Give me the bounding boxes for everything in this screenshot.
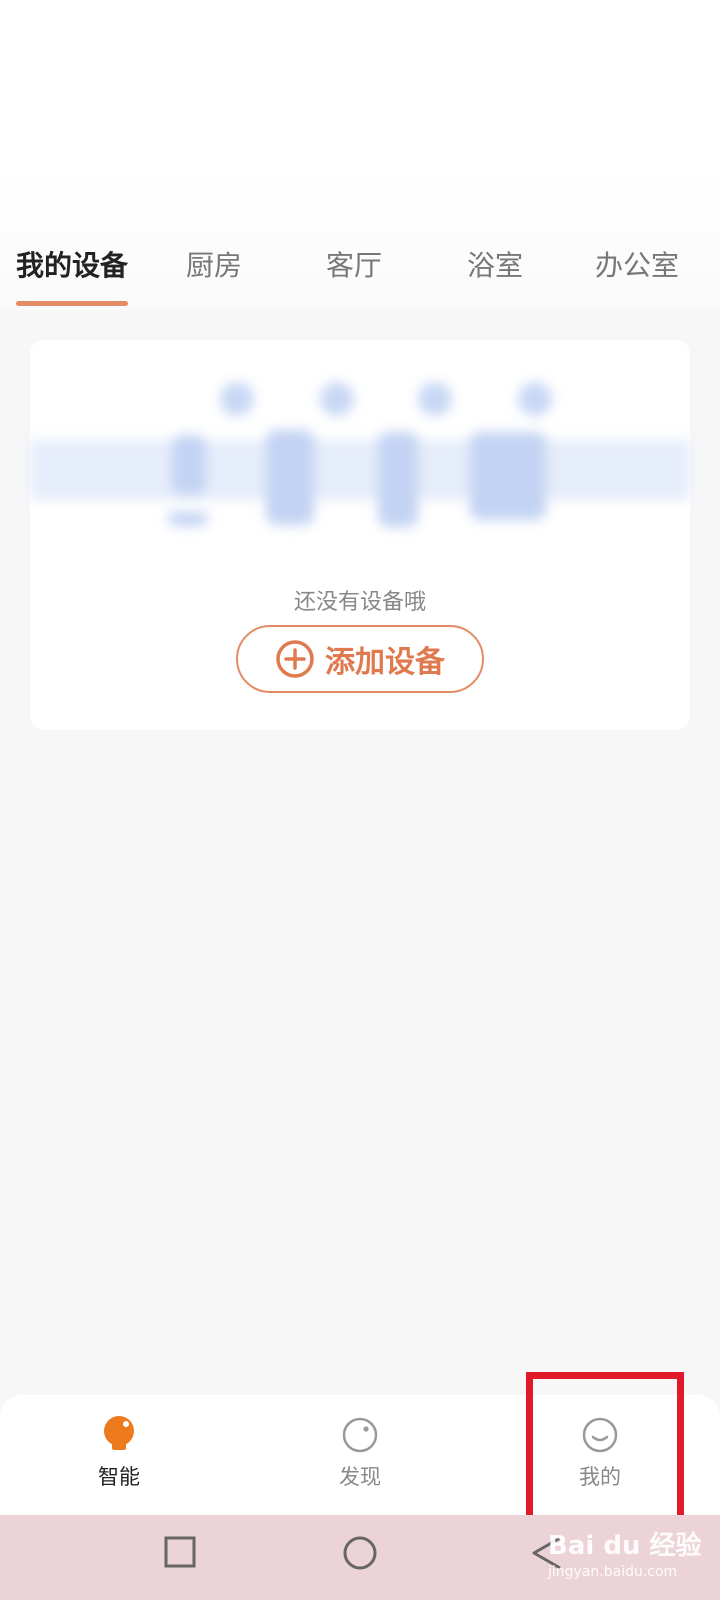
tab-living-room[interactable]: 客厅 <box>326 244 382 288</box>
add-device-button[interactable]: 添加设备 <box>236 625 484 693</box>
baidu-jingyan-watermark: Bai du 经验 jingyan.baidu.com <box>548 1525 718 1585</box>
bulb-icon <box>104 1416 134 1450</box>
empty-devices-illustration <box>30 340 690 560</box>
watermark-url: jingyan.baidu.com <box>548 1564 678 1580</box>
plus-circle-icon <box>276 640 314 678</box>
home-icon[interactable] <box>342 1535 378 1571</box>
room-tabbar: 我的设备 厨房 客厅 浴室 办公室 <box>0 222 720 312</box>
nav-label-discover: 发现 <box>339 1465 381 1489</box>
empty-state-message: 还没有设备哦 <box>293 590 426 615</box>
discover-icon <box>342 1417 378 1453</box>
tab-kitchen[interactable]: 厨房 <box>186 244 242 288</box>
nav-label-smart: 智能 <box>98 1465 140 1489</box>
tab-bathroom[interactable]: 浴室 <box>467 244 523 288</box>
profile-highlight-box <box>526 1372 684 1532</box>
active-tab-indicator <box>16 301 128 306</box>
nav-item-smart[interactable]: 智能 <box>59 1415 179 1505</box>
nav-item-discover[interactable]: 发现 <box>300 1415 420 1505</box>
recent-apps-icon[interactable] <box>163 1535 197 1569</box>
watermark-logo: Bai du 经验 <box>548 1531 702 1561</box>
tab-office[interactable]: 办公室 <box>595 244 679 288</box>
tab-my-devices[interactable]: 我的设备 <box>16 244 128 288</box>
add-device-label: 添加设备 <box>325 645 445 680</box>
